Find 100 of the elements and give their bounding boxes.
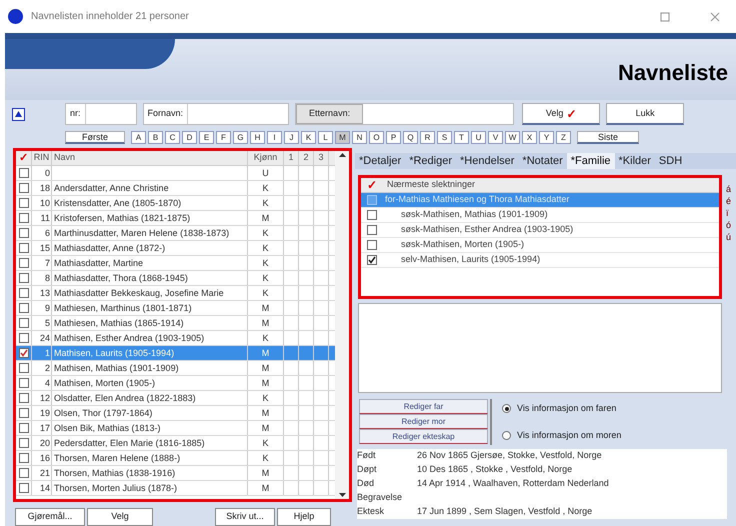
radio-button[interactable]: [502, 404, 511, 414]
table-row[interactable]: 13 Mathiasdatter Bekkeskaug, Josefine Marie K: [16, 286, 335, 301]
row-checkbox[interactable]: [18, 333, 28, 343]
scroll-down-icon[interactable]: [338, 493, 346, 497]
action-button[interactable]: Velg: [87, 508, 153, 526]
row-checkbox[interactable]: [18, 318, 28, 328]
action-button[interactable]: Skriv ut...: [215, 508, 275, 526]
table-row[interactable]: 4 Mathisen, Morten (1905-) M: [16, 376, 335, 391]
relative-row[interactable]: selv-Mathisen, Laurits (1905-1994): [361, 253, 719, 268]
table-row[interactable]: 18 Andersdatter, Anne Christine K: [16, 181, 335, 196]
letter-button[interactable]: L: [318, 131, 333, 144]
row-checkbox[interactable]: [18, 288, 28, 298]
tab[interactable]: *Familie: [566, 153, 615, 169]
table-row[interactable]: 8 Mathiasdatter, Thora (1868-1945) K: [16, 271, 335, 286]
letter-button[interactable]: K: [301, 131, 316, 144]
first-button[interactable]: Første: [65, 131, 125, 144]
row-checkbox[interactable]: [18, 213, 28, 223]
table-row[interactable]: 11 Kristofersen, Mathias (1821-1875) M: [16, 211, 335, 226]
letter-button[interactable]: M: [335, 131, 350, 144]
letter-button[interactable]: G: [233, 131, 248, 144]
row-checkbox[interactable]: [367, 225, 377, 235]
letter-button[interactable]: R: [420, 131, 435, 144]
row-checkbox[interactable]: [18, 183, 28, 193]
select-button[interactable]: Velg ✓: [522, 103, 600, 125]
letter-button[interactable]: J: [284, 131, 299, 144]
table-row[interactable]: 12 Olsdatter, Elen Andrea (1822-1883) K: [16, 391, 335, 406]
table-row[interactable]: 5 Mathiesen, Mathias (1865-1914) M: [16, 316, 335, 331]
table-row[interactable]: 9 Mathiesen, Marthinus (1801-1871) M: [16, 301, 335, 316]
table-row[interactable]: 21 Thorsen, Mathias (1838-1916) M: [16, 466, 335, 481]
tab[interactable]: *Hendelser: [456, 153, 518, 169]
row-checkbox[interactable]: [367, 240, 377, 250]
row-checkbox[interactable]: [18, 378, 28, 388]
letter-button[interactable]: B: [148, 131, 163, 144]
letter-button[interactable]: T: [454, 131, 469, 144]
letter-button[interactable]: E: [199, 131, 214, 144]
row-checkbox[interactable]: [18, 198, 28, 208]
letter-button[interactable]: C: [165, 131, 180, 144]
row-checkbox[interactable]: [18, 423, 28, 433]
letter-button[interactable]: F: [216, 131, 231, 144]
letter-button[interactable]: A: [131, 131, 146, 144]
letter-button[interactable]: N: [352, 131, 367, 144]
scrollbar[interactable]: [335, 151, 349, 499]
table-row[interactable]: 0 U: [16, 166, 335, 181]
letter-button[interactable]: U: [471, 131, 486, 144]
edit-button[interactable]: Rediger far: [359, 399, 488, 414]
table-row[interactable]: 7 Mathiasdatter, Martine K: [16, 256, 335, 271]
collapse-button[interactable]: [12, 108, 25, 120]
row-checkbox[interactable]: [18, 273, 28, 283]
scroll-up-icon[interactable]: [338, 153, 346, 157]
letter-button[interactable]: I: [267, 131, 282, 144]
letter-button[interactable]: V: [488, 131, 503, 144]
edit-button[interactable]: Rediger mor: [359, 414, 488, 429]
letter-button[interactable]: D: [182, 131, 197, 144]
letter-button[interactable]: Q: [403, 131, 418, 144]
row-checkbox[interactable]: [18, 168, 28, 178]
row-checkbox[interactable]: [18, 243, 28, 253]
row-checkbox[interactable]: [18, 348, 28, 358]
row-checkbox[interactable]: [18, 483, 28, 493]
tab[interactable]: *Notater: [518, 153, 567, 169]
radio-option[interactable]: Vis informasjon om moren: [502, 428, 622, 442]
letter-button[interactable]: O: [369, 131, 384, 144]
tab[interactable]: *Kilder: [614, 153, 655, 169]
tab[interactable]: SDH: [654, 153, 686, 169]
radio-option[interactable]: Vis informasjon om faren: [502, 402, 622, 416]
table-row[interactable]: 10 Kristensdatter, Ane (1805-1870) K: [16, 196, 335, 211]
relative-row[interactable]: søsk-Mathisen, Mathias (1901-1909): [361, 208, 719, 223]
table-row[interactable]: 19 Olsen, Thor (1797-1864) M: [16, 406, 335, 421]
edit-button[interactable]: Rediger ekteskap: [359, 429, 488, 444]
row-checkbox[interactable]: [367, 210, 377, 220]
table-row[interactable]: 6 Marthinusdatter, Maren Helene (1838-1873) K: [16, 226, 335, 241]
close-button[interactable]: Lukk: [606, 103, 684, 125]
letter-button[interactable]: H: [250, 131, 265, 144]
row-checkbox[interactable]: [18, 303, 28, 313]
radio-button[interactable]: [502, 430, 511, 440]
close-icon[interactable]: [710, 12, 720, 22]
letter-button[interactable]: P: [386, 131, 401, 144]
action-button[interactable]: Gjøremål...: [15, 508, 85, 526]
letter-button[interactable]: X: [522, 131, 537, 144]
maximize-icon[interactable]: [660, 12, 670, 22]
last-button[interactable]: Siste: [577, 131, 639, 144]
row-checkbox[interactable]: [367, 255, 377, 265]
letter-button[interactable]: S: [437, 131, 452, 144]
row-checkbox[interactable]: [18, 393, 28, 403]
table-row[interactable]: 2 Mathisen, Mathias (1901-1909) M: [16, 361, 335, 376]
letter-button[interactable]: Y: [539, 131, 554, 144]
table-row[interactable]: 20 Pedersdatter, Elen Marie (1816-1885) K: [16, 436, 335, 451]
table-row[interactable]: 15 Mathiasdatter, Anne (1872-) K: [16, 241, 335, 256]
tab[interactable]: *Detaljer: [355, 153, 406, 169]
row-checkbox[interactable]: [18, 408, 28, 418]
letter-button[interactable]: Z: [556, 131, 571, 144]
table-row[interactable]: 14 Thorsen, Morten Julius (1878-) M: [16, 481, 335, 496]
table-row[interactable]: 16 Thorsen, Maren Helene (1888-) K: [16, 451, 335, 466]
row-checkbox[interactable]: [18, 363, 28, 373]
tab[interactable]: *Rediger: [405, 153, 456, 169]
row-checkbox[interactable]: [18, 468, 28, 478]
relative-row[interactable]: søsk-Mathisen, Esther Andrea (1903-1905): [361, 223, 719, 238]
table-row[interactable]: 17 Olsen Bik, Mathias (1813-) M: [16, 421, 335, 436]
row-checkbox[interactable]: [18, 258, 28, 268]
action-button[interactable]: Hjelp: [277, 508, 331, 526]
row-checkbox[interactable]: [18, 438, 28, 448]
